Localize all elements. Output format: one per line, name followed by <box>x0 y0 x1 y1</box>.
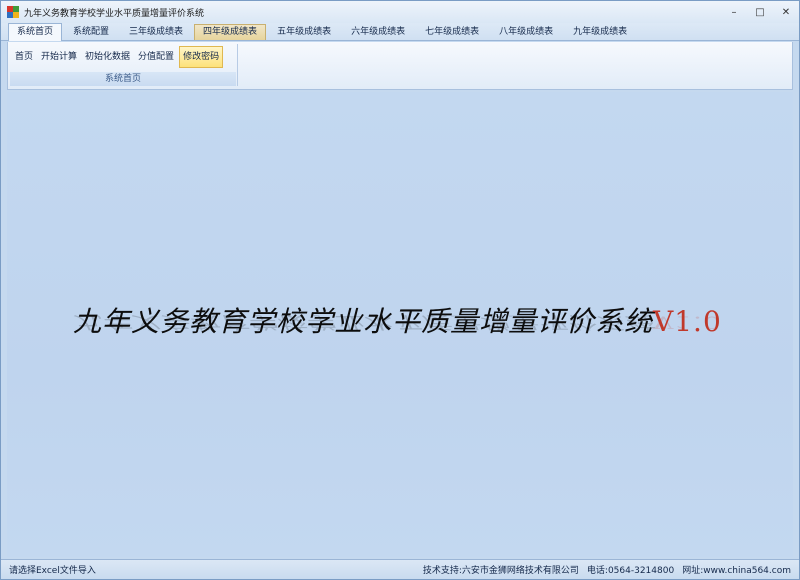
tab-system-config[interactable]: 系统配置 <box>64 24 118 40</box>
ribbon-tab-bar: 系统首页 系统配置 三年级成绩表 四年级成绩表 五年级成绩表 六年级成绩表 七年… <box>1 23 799 41</box>
ribbon-panel: 首页 开始计算 初始化数据 分值配置 修改密码 系统首页 <box>7 42 793 90</box>
change-password-button[interactable]: 修改密码 <box>179 46 224 68</box>
phone-text: 电话:0564-3214800 <box>586 566 675 576</box>
reflection-version: V1.0 <box>653 312 722 332</box>
logo-yellow-square <box>13 12 19 18</box>
status-bar: 请选择Excel文件导入 技术支持:六安市金狮网络技术有限公司 电话:0564-… <box>1 559 799 579</box>
title-bar[interactable]: 九年义务教育学校学业水平质量增量评价系统 – □ ✕ <box>1 1 799 23</box>
app-logo-icon <box>7 6 19 18</box>
tab-grade6-scores[interactable]: 六年级成绩表 <box>342 24 414 40</box>
close-button[interactable]: ✕ <box>773 1 799 23</box>
app-window: 九年义务教育学校学业水平质量增量评价系统 – □ ✕ 系统首页 系统配置 三年级… <box>0 0 800 580</box>
window-title: 九年义务教育学校学业水平质量增量评价系统 <box>24 8 205 19</box>
ribbon-group-system-home: 首页 开始计算 初始化数据 分值配置 修改密码 系统首页 <box>10 44 238 86</box>
window-controls: – □ ✕ <box>721 1 799 23</box>
tab-grade7-scores[interactable]: 七年级成绩表 <box>416 24 488 40</box>
start-calculation-button[interactable]: 开始计算 <box>38 46 80 68</box>
reflection-text: 九年义务教育学校学业水平质量增量评价系统 <box>73 312 654 332</box>
tab-grade8-scores[interactable]: 八年级成绩表 <box>490 24 562 40</box>
tab-grade9-scores[interactable]: 九年级成绩表 <box>564 24 636 40</box>
tab-system-home[interactable]: 系统首页 <box>8 23 63 41</box>
maximize-button[interactable]: □ <box>747 1 773 23</box>
status-info: 技术支持:六安市金狮网络技术有限公司 电话:0564-3214800 网址:ww… <box>423 563 791 576</box>
website-link[interactable]: 网址:www.china564.com <box>682 563 791 576</box>
ribbon-group-label: 系统首页 <box>10 72 236 86</box>
ribbon-group-items: 首页 开始计算 初始化数据 分值配置 修改密码 <box>10 44 237 70</box>
score-config-button[interactable]: 分值配置 <box>135 46 177 68</box>
headline-reflection: 九年义务教育学校学业水平质量增量评价系统V1.0 <box>73 312 773 335</box>
tab-grade4-scores[interactable]: 四年级成绩表 <box>194 24 267 40</box>
tab-grade3-scores[interactable]: 三年级成绩表 <box>120 24 192 40</box>
home-button[interactable]: 首页 <box>12 46 36 68</box>
status-message: 请选择Excel文件导入 <box>9 566 96 576</box>
tech-support-text: 技术支持:六安市金狮网络技术有限公司 <box>422 566 579 576</box>
minimize-button[interactable]: – <box>721 1 747 23</box>
initialize-data-button[interactable]: 初始化数据 <box>82 46 133 68</box>
tab-grade5-scores[interactable]: 五年级成绩表 <box>268 24 340 40</box>
